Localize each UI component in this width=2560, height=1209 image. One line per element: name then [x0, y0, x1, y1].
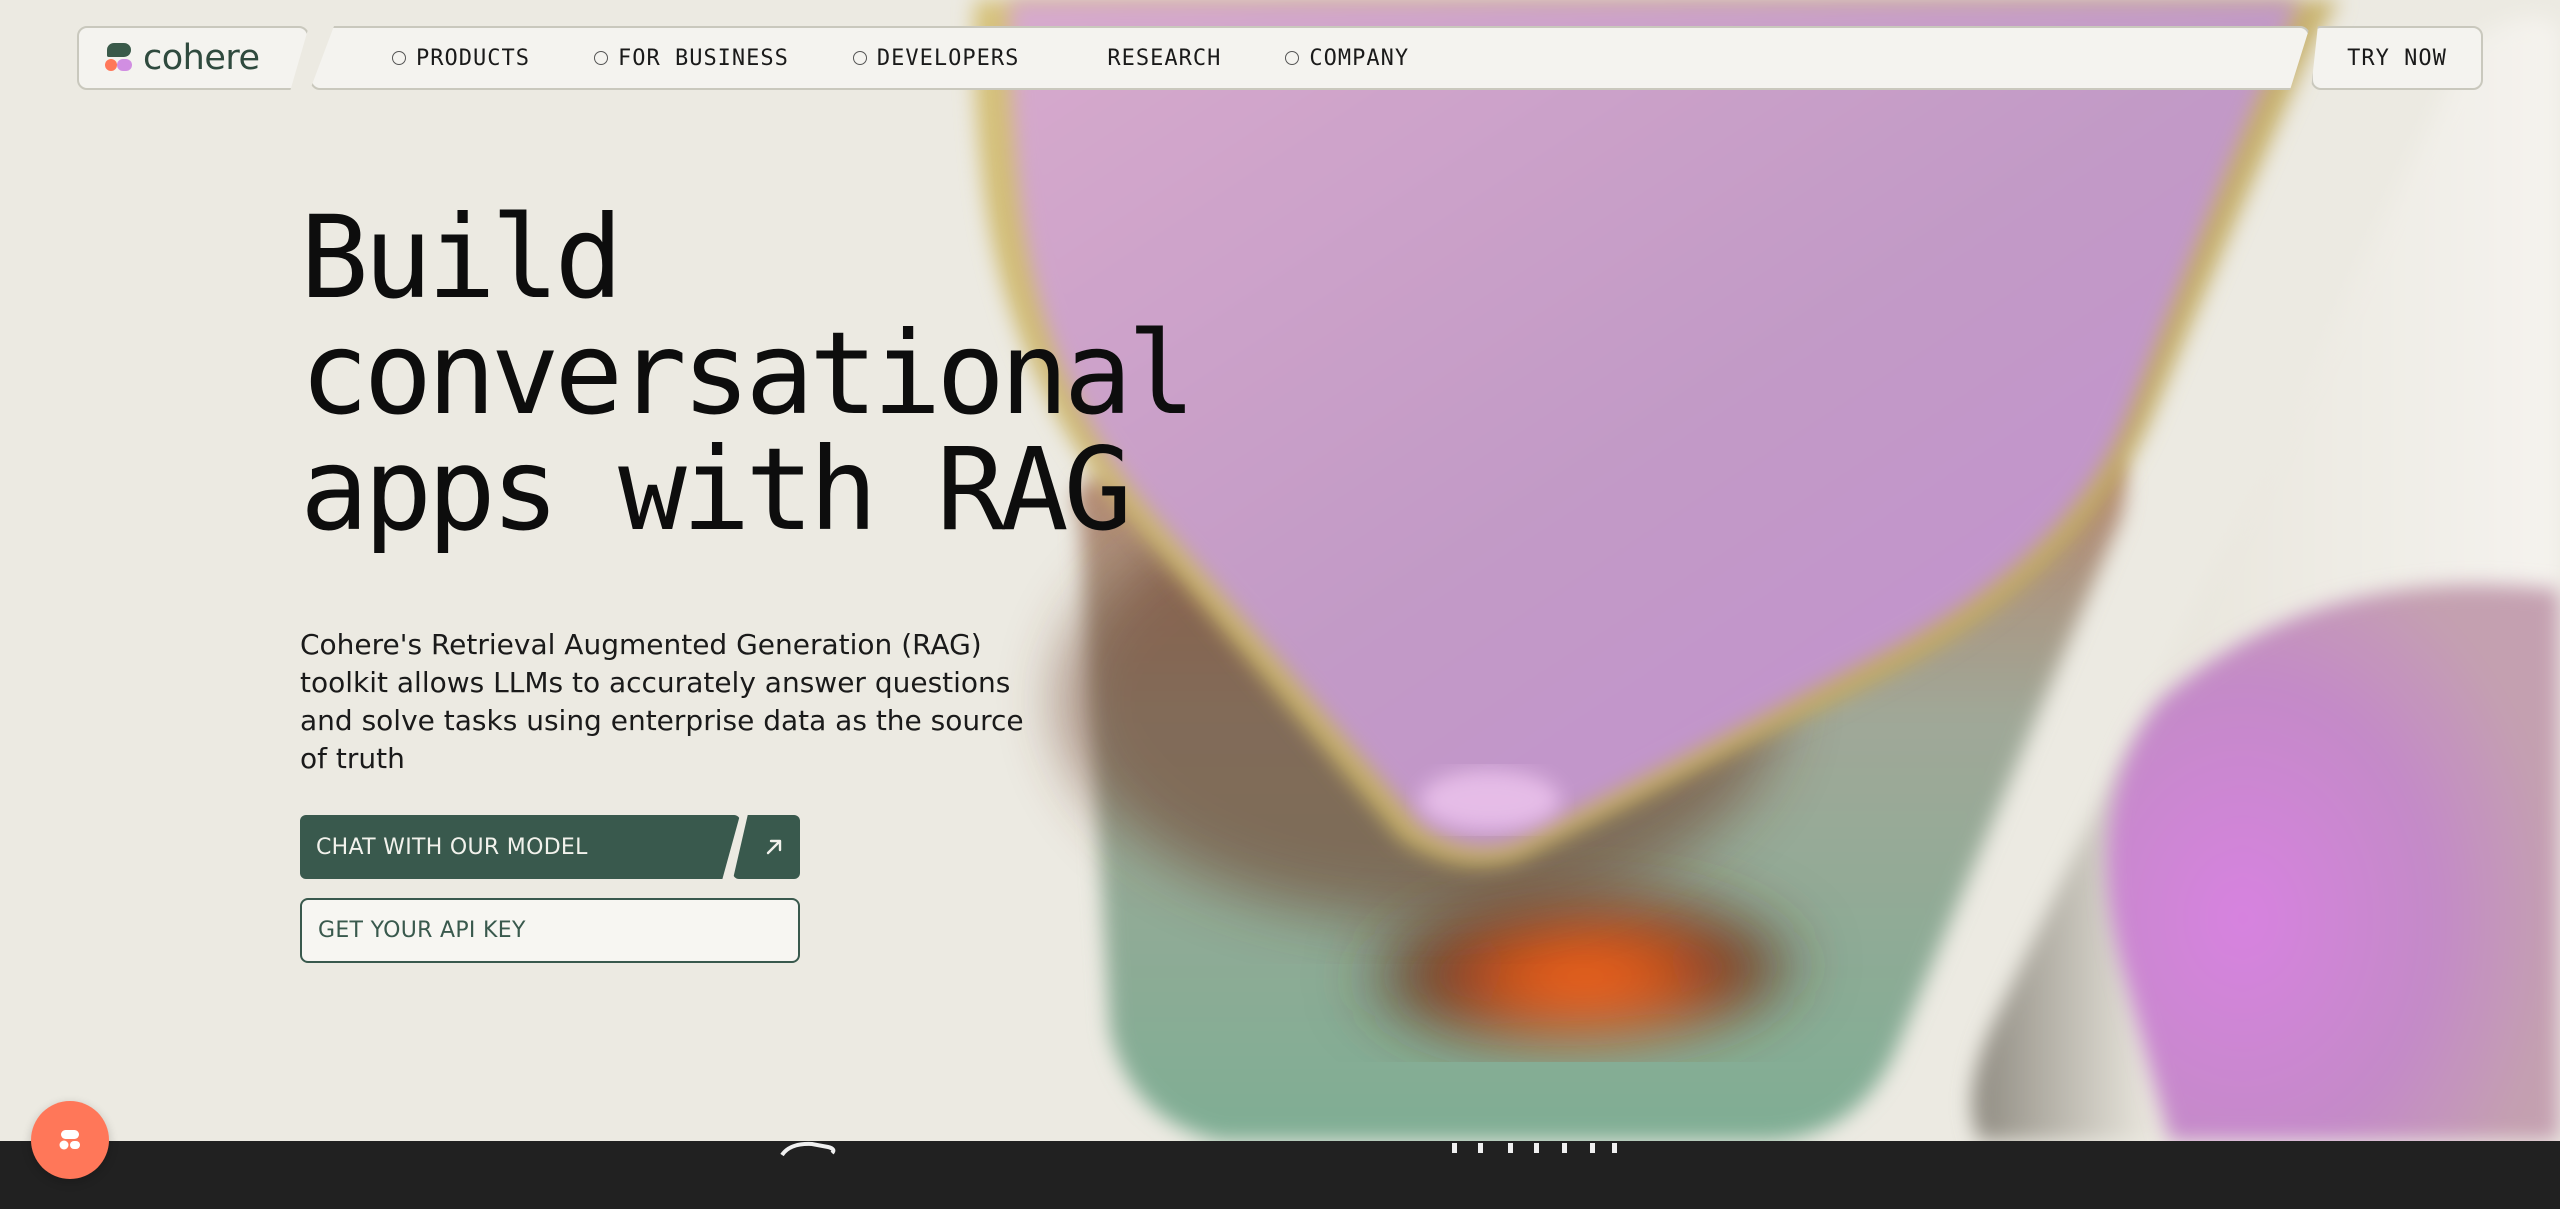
nav-label: RESEARCH — [1107, 45, 1222, 71]
circle-icon — [593, 51, 608, 65]
nav-label: DEVELOPERS — [876, 45, 1020, 71]
hero-background-art — [0, 0, 2560, 1141]
chat-widget-button[interactable] — [31, 1101, 109, 1179]
nav-products[interactable]: PRODUCTS — [392, 46, 530, 71]
get-api-key-button[interactable]: GET YOUR API KEY — [300, 898, 800, 963]
hero-description: Cohere's Retrieval Augmented Generation … — [300, 628, 1024, 775]
abstract-shapes — [973, 0, 2560, 1141]
logo-link[interactable]: cohere — [77, 26, 309, 90]
logo-wordmark: cohere — [143, 38, 260, 78]
chat-with-model-button[interactable]: CHAT WITH OUR MODEL — [300, 815, 740, 879]
circle-icon — [392, 51, 406, 65]
try-now-button[interactable]: TRY NOW — [2311, 26, 2483, 90]
hero-title-line: apps with RAG — [300, 423, 1132, 556]
hero-title: Build conversational apps with RAG — [300, 200, 1200, 548]
main-nav: PRODUCTS FOR BUSINESS DEVELOPERS RESEARC… — [310, 26, 2310, 90]
circle-icon — [852, 51, 867, 65]
hero-title-line: conversational — [300, 307, 1196, 440]
nav-label: FOR BUSINESS — [617, 45, 789, 71]
nav-company[interactable]: COMPANY — [1285, 46, 1409, 71]
nav-for-business[interactable]: FOR BUSINESS — [593, 45, 789, 71]
cohere-logo-icon — [105, 43, 133, 73]
cohere-chat-icon — [59, 1130, 80, 1150]
next-section-strip — [0, 1141, 2560, 1209]
nav-label: PRODUCTS — [416, 45, 530, 71]
circle-icon — [1285, 51, 1300, 65]
partner-logos-partial — [780, 1141, 1617, 1157]
nav-developers[interactable]: DEVELOPERS — [852, 45, 1020, 71]
hero-title-line: Build — [300, 191, 623, 324]
nav-label: COMPANY — [1309, 45, 1410, 71]
nav-research[interactable]: RESEARCH — [1107, 46, 1221, 71]
arrow-up-right-icon — [766, 839, 781, 855]
